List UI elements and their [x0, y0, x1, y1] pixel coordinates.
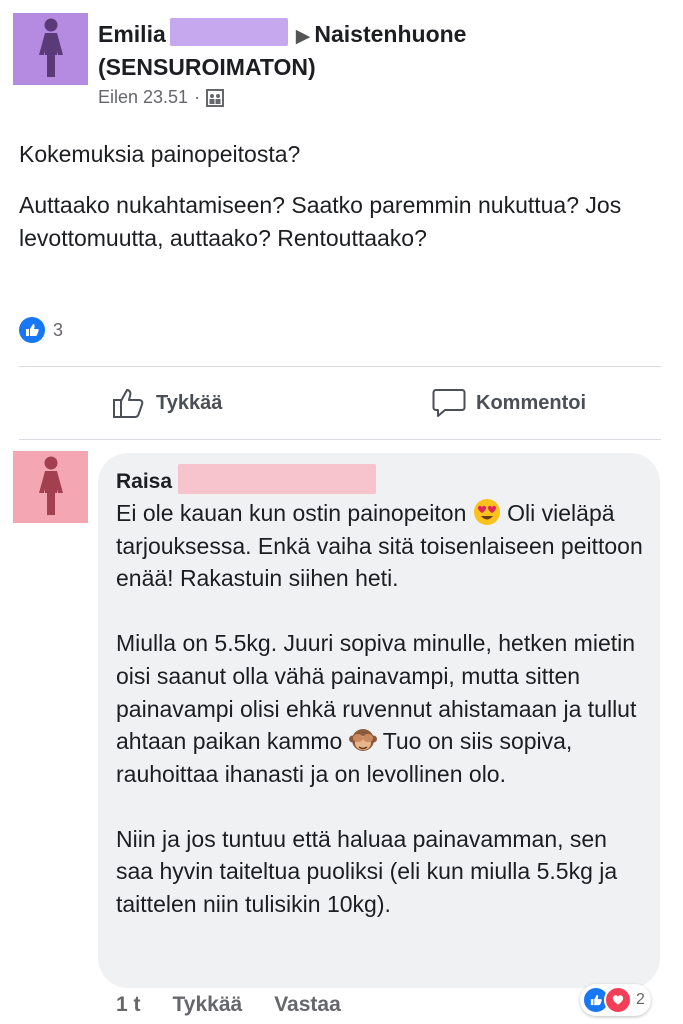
- commenter-name[interactable]: Raisa: [116, 470, 172, 493]
- comment-like-button[interactable]: Tykkää: [173, 993, 243, 1017]
- comment-reaction-count: 2: [636, 991, 645, 1008]
- comment-button-label: Kommentoi: [476, 391, 586, 414]
- post-body: Kokemuksia painopeitosta? Auttaako nukah…: [19, 138, 659, 273]
- post-author-name[interactable]: Emilia: [98, 21, 166, 47]
- person-icon: [38, 18, 63, 77]
- see-no-evil-monkey-emoji: [348, 729, 377, 752]
- post-author-avatar[interactable]: [13, 13, 88, 85]
- post-header: Emilia ▶ Naistenhuone (SENSUROIMATON) Eile…: [98, 18, 658, 108]
- like-button[interactable]: Tykkää: [112, 387, 222, 419]
- comment-button[interactable]: Kommentoi: [432, 387, 586, 419]
- group-privacy-icon: [206, 88, 225, 107]
- meta-separator: ·: [194, 87, 201, 107]
- post-author-line: Emilia ▶ Naistenhuone (SENSUROIMATON): [98, 18, 658, 83]
- comment-reply-button[interactable]: Vastaa: [274, 993, 341, 1017]
- comment-p1-start: Ei ole kauan kun ostin painopeiton: [116, 500, 467, 526]
- comment-paragraph-3: Niin ja jos tuntuu että haluaa painavamm…: [116, 825, 618, 918]
- like-reaction-icon: [19, 317, 45, 343]
- post-meta: Eilen 23.51 ·: [98, 87, 658, 108]
- comment-paragraph-1: Ei ole kauan kun ostin painopeiton Oli v…: [116, 497, 646, 595]
- divider-bottom: [19, 439, 661, 440]
- like-button-label: Tykkää: [156, 391, 223, 414]
- post-title-line: Kokemuksia painopeitosta?: [19, 141, 301, 167]
- post-time[interactable]: Eilen 23.51: [98, 87, 188, 108]
- redacted-surname: [169, 18, 288, 46]
- post-body-line: Auttaako nukahtamiseen? Saatko paremmin …: [19, 192, 622, 251]
- divider-top: [19, 366, 661, 367]
- post-reaction-count: 3: [53, 319, 64, 340]
- commenter-avatar[interactable]: [13, 451, 88, 523]
- share-arrow-icon: ▶: [295, 26, 311, 47]
- comment-reactions[interactable]: 2: [580, 984, 651, 1016]
- comment-actions: 1 t Tykkää Vastaa: [116, 993, 341, 1017]
- speech-bubble-icon: [432, 389, 466, 417]
- heart-eyes-emoji: [473, 499, 500, 525]
- person-icon: [38, 456, 63, 515]
- redacted-surname: [178, 464, 377, 494]
- love-reaction-icon: [604, 986, 632, 1014]
- comment-text: Ei ole kauan kun ostin painopeiton Oli v…: [116, 497, 646, 953]
- thumbs-up-icon: [113, 389, 144, 418]
- comment-time[interactable]: 1 t: [116, 993, 141, 1017]
- comment-paragraph-2: Miulla on 5.5kg. Juuri sopiva minulle, h…: [116, 627, 646, 791]
- commenter-line: Raisa: [116, 464, 377, 497]
- post-reactions[interactable]: 3: [19, 317, 63, 343]
